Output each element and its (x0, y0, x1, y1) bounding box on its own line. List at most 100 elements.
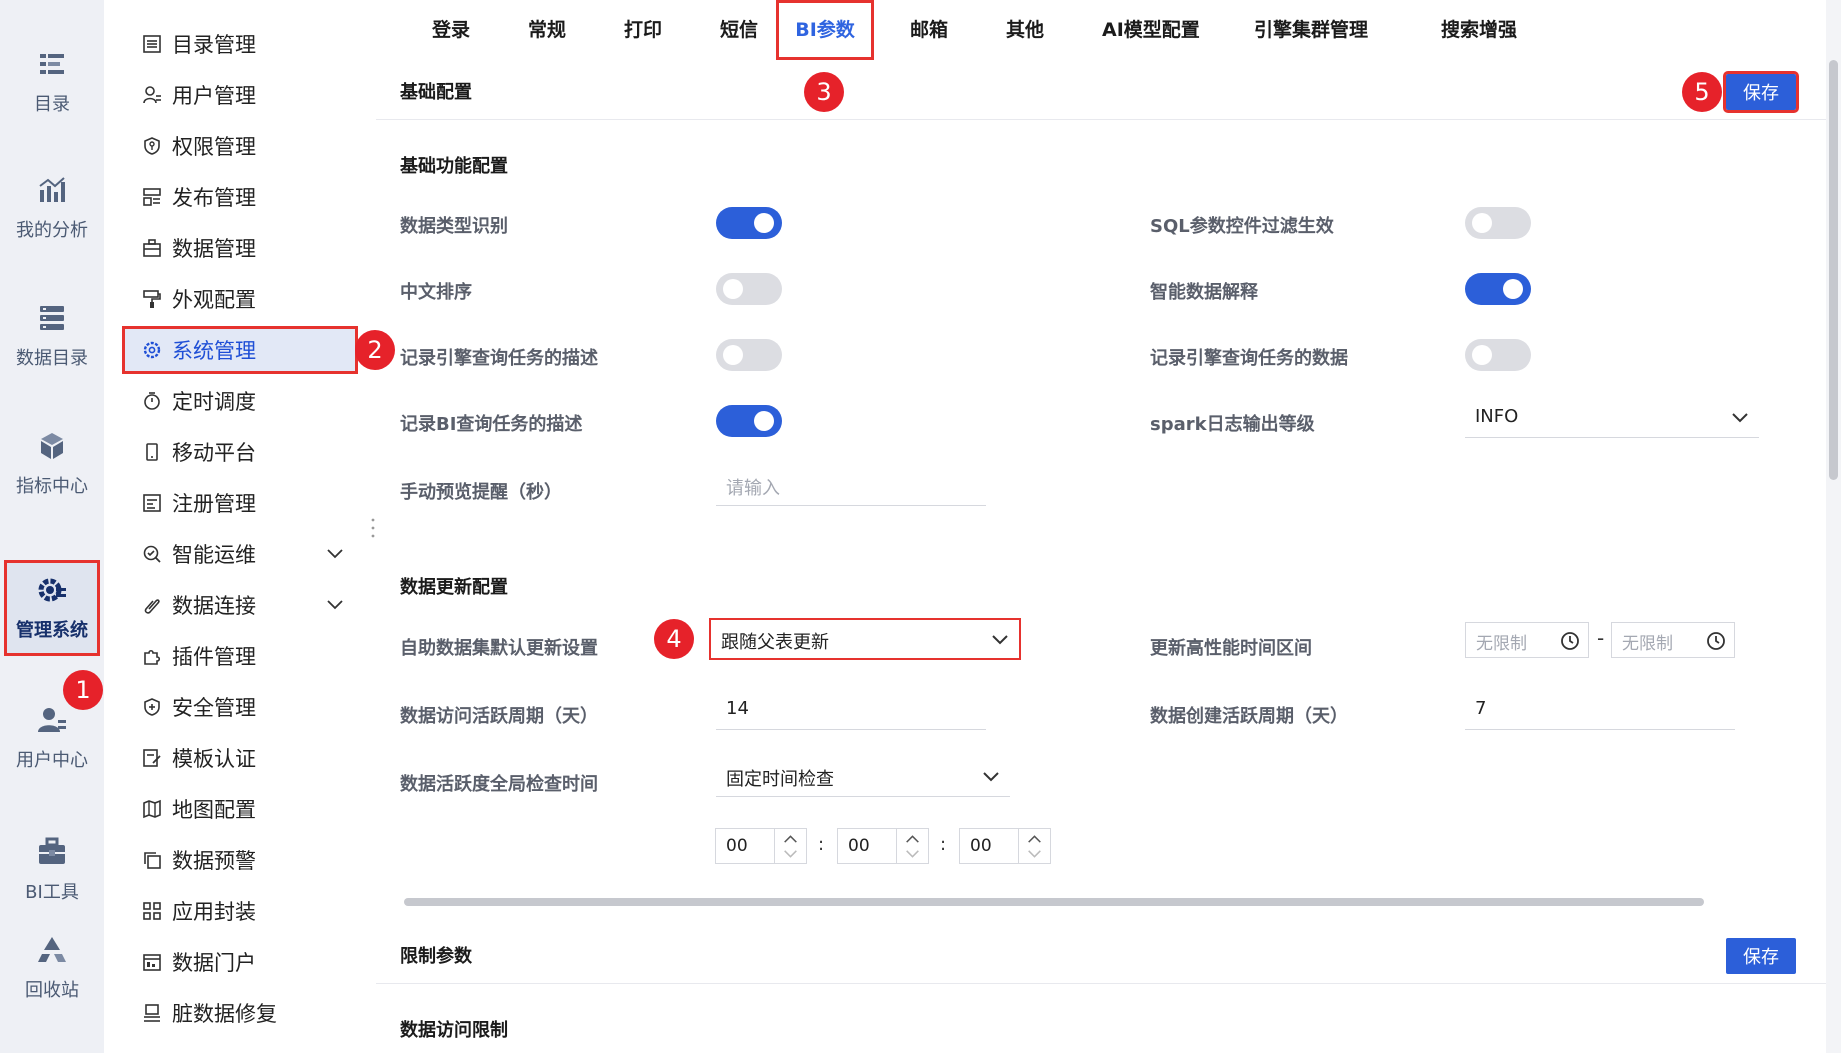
input-manual-preview[interactable]: 请输入 (716, 466, 986, 506)
menu-item-permission-management[interactable]: 权限管理 (122, 122, 358, 170)
toggle-sql-param-filter[interactable] (1465, 207, 1531, 239)
label-log-engine-data: 记录引擎查询任务的数据 (1150, 348, 1348, 369)
section-basic-function: 基础功能配置 (400, 156, 508, 177)
time-start-input[interactable]: 无限制 (1465, 622, 1589, 658)
menu-item-scheduling[interactable]: 定时调度 (122, 377, 358, 425)
rail-item-metrics[interactable]: 指标中心 (4, 416, 100, 512)
menu-item-plugins[interactable]: 插件管理 (122, 632, 358, 680)
tab-search-enhance[interactable]: 搜索增强 (1421, 0, 1537, 60)
menu-item-data-management[interactable]: 数据管理 (122, 224, 358, 272)
menu-label: 外观配置 (172, 288, 256, 312)
tab-ai-model[interactable]: AI模型配置 (1082, 0, 1220, 60)
paint-roller-icon (143, 290, 161, 308)
tab-mailbox[interactable]: 邮箱 (890, 0, 968, 60)
stepper-arrows-icon[interactable] (774, 829, 806, 863)
menu-item-data-connection[interactable]: 数据连接 (122, 581, 358, 629)
tab-engine-cluster[interactable]: 引擎集群管理 (1234, 0, 1388, 60)
second-stepper[interactable]: 00 (959, 828, 1051, 864)
list-icon (143, 35, 161, 53)
rail-item-recycle[interactable]: 回收站 (4, 920, 100, 1016)
scrollbar-thumb[interactable] (1829, 60, 1838, 480)
menu-item-security[interactable]: 安全管理 (122, 683, 358, 731)
input-placeholder: 无限制 (1622, 634, 1673, 654)
admin-menu: 目录管理 用户管理 权限管理 发布管理 数据管理 外观配置 系统管理 定时调度 … (104, 0, 381, 1053)
menu-item-data-alert[interactable]: 数据预警 (122, 836, 358, 884)
tab-login[interactable]: 登录 (412, 0, 490, 60)
chevron-down-icon[interactable] (326, 546, 344, 562)
input-create-active[interactable]: 7 (1465, 690, 1735, 730)
menu-item-publish-management[interactable]: 发布管理 (122, 173, 358, 221)
limit-params-title: 限制参数 (400, 946, 472, 967)
menu-item-registration[interactable]: 注册管理 (122, 479, 358, 527)
toggle-log-bi-desc[interactable] (716, 405, 782, 437)
briefcase-icon (143, 239, 161, 257)
menu-label: 数据预警 (172, 849, 256, 873)
label-self-update: 自助数据集默认更新设置 (400, 638, 598, 659)
menu-label: 注册管理 (172, 492, 256, 516)
shield-key-icon (144, 137, 160, 155)
menu-item-mobile[interactable]: 移动平台 (122, 428, 358, 476)
tab-general[interactable]: 常规 (508, 0, 586, 60)
select-value: 固定时间检查 (726, 769, 834, 790)
vertical-scrollbar[interactable] (1826, 0, 1841, 1053)
tab-other[interactable]: 其他 (986, 0, 1064, 60)
step-badge: 2 (355, 330, 395, 370)
portal-icon (143, 954, 161, 971)
rail-label: 目录 (34, 94, 70, 115)
time-end-input[interactable]: 无限制 (1611, 622, 1735, 658)
toggle-chinese-sort[interactable] (716, 273, 782, 305)
horizontal-scrollbar[interactable] (404, 898, 1704, 906)
toolbox-icon (39, 837, 65, 864)
chevron-down-icon (992, 635, 1008, 645)
settings-tab-bar: 登录 常规 打印 短信 BI参数 邮箱 其他 AI模型配置 引擎集群管理 搜索增… (376, 0, 1826, 60)
toggle-data-type-recognition[interactable] (716, 207, 782, 239)
select-spark-log-level[interactable]: INFO (1465, 398, 1759, 438)
rail-item-analysis[interactable]: 我的分析 (4, 160, 100, 256)
section-data-update: 数据更新配置 (400, 577, 508, 598)
rail-label: 指标中心 (16, 476, 88, 497)
menu-item-system-management[interactable]: 系统管理 (122, 326, 358, 374)
save-button[interactable]: 保存 (1723, 71, 1799, 113)
menu-label: 数据管理 (172, 237, 256, 261)
select-global-check[interactable]: 固定时间检查 (716, 757, 1010, 797)
input-access-active[interactable]: 14 (716, 690, 986, 730)
menu-item-appearance[interactable]: 外观配置 (122, 275, 358, 323)
chevron-down-icon[interactable] (326, 597, 344, 613)
menu-item-smart-ops[interactable]: 智能运维 (122, 530, 358, 578)
icon-rail: 目录 我的分析 数据目录 指标中心 管理系统 用户中心 BI工具 回收站 (0, 0, 104, 1053)
time-range-separator: - (1597, 626, 1605, 650)
shield-plus-icon (144, 698, 160, 716)
menu-item-map-config[interactable]: 地图配置 (122, 785, 358, 833)
stepper-value: 00 (970, 836, 992, 856)
settings-icon (143, 341, 161, 359)
menu-item-user-management[interactable]: 用户管理 (122, 71, 358, 119)
rail-label: 我的分析 (16, 220, 88, 241)
minute-stepper[interactable]: 00 (837, 828, 929, 864)
toggle-log-engine-data[interactable] (1465, 339, 1531, 371)
map-icon (143, 799, 161, 819)
tab-sms[interactable]: 短信 (700, 0, 778, 60)
tab-bi-params[interactable]: BI参数 (776, 0, 874, 60)
rail-item-admin[interactable]: 管理系统 (4, 560, 100, 656)
hour-stepper[interactable]: 00 (715, 828, 807, 864)
stepper-arrows-icon[interactable] (896, 829, 928, 863)
toggle-smart-explain[interactable] (1465, 273, 1531, 305)
step-badge: 3 (804, 72, 844, 112)
select-self-update[interactable]: 跟随父表更新 (709, 618, 1021, 660)
rail-item-data-catalog[interactable]: 数据目录 (4, 288, 100, 384)
rail-item-catalog[interactable]: 目录 (4, 34, 100, 130)
toggle-log-engine-desc[interactable] (716, 339, 782, 371)
save-limit-button[interactable]: 保存 (1726, 938, 1796, 974)
stepper-arrows-icon[interactable] (1018, 829, 1050, 863)
time-colon: : (818, 834, 825, 855)
ops-icon (143, 545, 161, 563)
menu-label: 定时调度 (172, 390, 256, 414)
rail-item-bi-tools[interactable]: BI工具 (4, 822, 100, 918)
menu-item-app-packaging[interactable]: 应用封装 (122, 887, 358, 935)
tab-print[interactable]: 打印 (604, 0, 682, 60)
menu-item-data-portal[interactable]: 数据门户 (122, 938, 358, 986)
menu-item-template-cert[interactable]: 模板认证 (122, 734, 358, 782)
menu-item-dirty-data-repair[interactable]: 脏数据修复 (122, 989, 358, 1037)
template-cert-icon (143, 749, 161, 767)
menu-item-catalog-management[interactable]: 目录管理 (122, 20, 358, 68)
